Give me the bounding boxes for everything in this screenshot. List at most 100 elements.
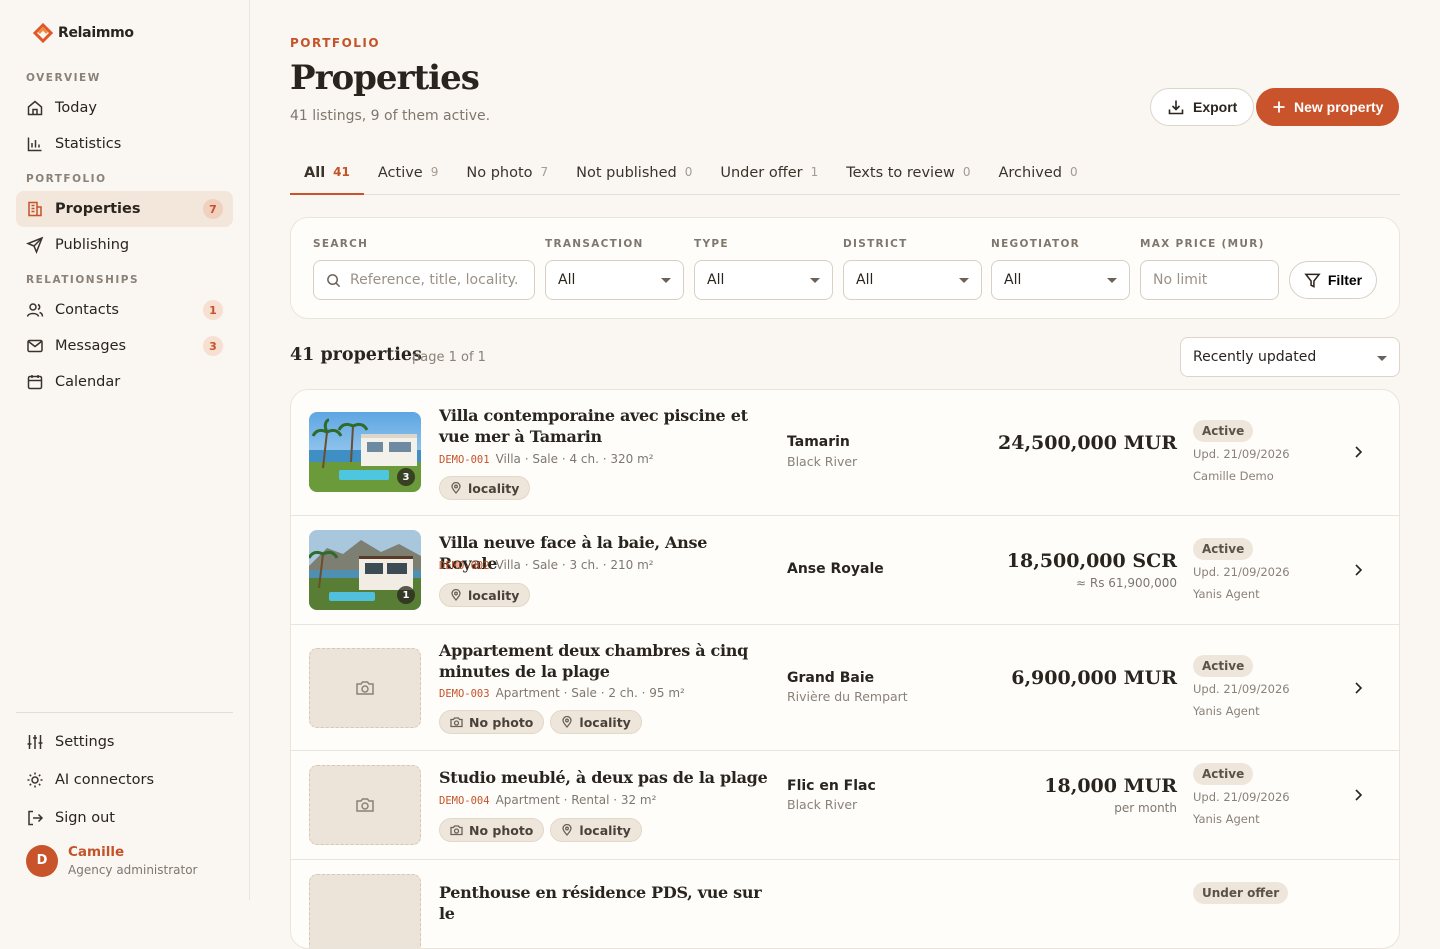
sidebar-item-label: Calendar (55, 374, 121, 390)
tab-archived[interactable]: Archived 0 (985, 155, 1092, 195)
count-badge: 1 (203, 300, 223, 320)
export-label: Export (1193, 99, 1238, 115)
property-chips: locality (439, 583, 531, 607)
new-property-button[interactable]: New property (1256, 88, 1400, 126)
chevron-down-icon (661, 278, 671, 283)
filter-button[interactable]: Filter (1289, 261, 1377, 299)
locality-chip: locality (439, 476, 531, 500)
property-row[interactable]: 1 Villa neuve face à la baie, Anse Royal… (291, 516, 1399, 625)
tab-label: Under offer (720, 165, 803, 181)
chip-label: locality (468, 480, 520, 496)
results-count: 41 properties (290, 345, 422, 365)
property-district: Black River (787, 454, 858, 469)
filter-label: Filter (1327, 272, 1363, 288)
chevron-right-icon[interactable] (1353, 681, 1363, 695)
pin-icon (451, 482, 461, 494)
tab-under-offer[interactable]: Under offer 1 (706, 155, 832, 195)
export-button[interactable]: Export (1150, 88, 1255, 126)
transaction-value: All (558, 272, 576, 288)
sidebar-item-label: Properties (55, 201, 141, 217)
tab-all[interactable]: All 41 (290, 155, 364, 195)
user-name: Camille (68, 844, 125, 860)
property-row[interactable]: Studio meublé, à deux pas de la plage DE… (291, 751, 1399, 860)
sidebar-item-label: Statistics (55, 136, 122, 152)
sidebar-item-properties[interactable]: Properties 7 (16, 191, 233, 227)
property-row[interactable]: 3 Villa contemporaine avec piscine et vu… (291, 390, 1399, 516)
photo-count-badge: 1 (397, 586, 415, 604)
sort-select[interactable]: Recently updated (1180, 337, 1400, 377)
negotiator-select[interactable]: All (991, 260, 1130, 300)
brand-logo[interactable]: Relaimmo (32, 22, 134, 44)
sidebar-item-sign-out[interactable]: Sign out (16, 800, 233, 836)
property-row[interactable]: Penthouse en résidence PDS, vue sur le U… (291, 860, 1399, 948)
chip-label: locality (579, 714, 631, 730)
sort-value: Recently updated (1193, 349, 1317, 365)
district-select[interactable]: All (843, 260, 982, 300)
sidebar-item-settings[interactable]: Settings (16, 724, 233, 760)
property-title[interactable]: Villa contemporaine avec piscine et vue … (439, 405, 769, 447)
count-badge: 3 (203, 336, 223, 356)
chip-label: No photo (469, 714, 534, 730)
property-photo: 1 (309, 530, 421, 610)
sidebar-divider (16, 712, 233, 713)
locality-chip: locality (439, 583, 531, 607)
property-title[interactable]: Penthouse en résidence PDS, vue sur le (439, 882, 779, 924)
property-title[interactable]: Appartement deux chambres à cinq minutes… (439, 640, 769, 682)
sidebar-item-label: Contacts (55, 302, 119, 318)
tab-count: 0 (1069, 165, 1078, 179)
tab-label: Active (377, 165, 423, 181)
user-profile[interactable]: D Camille Agency administrator (26, 844, 198, 877)
users-icon (26, 301, 44, 319)
sidebar-item-publishing[interactable]: Publishing (16, 227, 233, 263)
chevron-right-icon[interactable] (1353, 445, 1363, 459)
tab-no-photo[interactable]: No photo 7 (452, 155, 562, 195)
sidebar-item-label: Sign out (55, 810, 115, 826)
brand-name: Relaimmo (58, 25, 134, 41)
tab-texts-to-review[interactable]: Texts to review 0 (832, 155, 984, 195)
property-price: 18,500,000 SCR (1006, 550, 1177, 572)
status-badge: Under offer (1193, 882, 1289, 904)
section-overview: OVERVIEW (26, 72, 101, 84)
send-icon (26, 236, 44, 254)
download-icon (1168, 100, 1184, 115)
tab-count: 7 (540, 165, 549, 179)
status-badge: Active (1193, 655, 1254, 677)
status-badge: Active (1193, 538, 1254, 560)
property-row[interactable]: Appartement deux chambres à cinq minutes… (291, 625, 1399, 751)
updated-date: Upd. 21/09/2026 (1193, 565, 1290, 579)
tab-count: 0 (962, 165, 971, 179)
search-label: SEARCH (313, 238, 369, 250)
property-meta: DEMO-001 Villa · Sale · 4 ch. · 320 m² (439, 452, 654, 466)
search-icon (327, 274, 341, 288)
tab-active[interactable]: Active 9 (364, 155, 453, 195)
district-label: DISTRICT (843, 238, 908, 250)
property-ref: DEMO-001 (439, 454, 490, 466)
agent-name: Camille Demo (1193, 469, 1274, 483)
chevron-right-icon[interactable] (1353, 788, 1363, 802)
property-chips: No photo locality (439, 710, 642, 734)
sidebar-item-contacts[interactable]: Contacts 1 (16, 292, 233, 328)
sidebar-item-today[interactable]: Today (16, 90, 233, 126)
section-portfolio: PORTFOLIO (26, 173, 107, 185)
sidebar-item-ai-connectors[interactable]: AI connectors (16, 762, 233, 798)
max-price-input[interactable]: No limit (1140, 260, 1279, 300)
property-specs: Villa · Sale · 3 ch. · 210 m² (495, 558, 654, 572)
property-town: Grand Baie (787, 670, 875, 686)
chevron-down-icon (959, 278, 969, 283)
transaction-select[interactable]: All (545, 260, 684, 300)
type-select[interactable]: All (694, 260, 833, 300)
chevron-right-icon[interactable] (1353, 563, 1363, 577)
sidebar-item-statistics[interactable]: Statistics (16, 126, 233, 162)
sidebar-item-calendar[interactable]: Calendar (16, 364, 233, 400)
property-photo-placeholder (309, 874, 421, 948)
property-price: 24,500,000 MUR (998, 432, 1177, 454)
search-input[interactable]: Reference, title, locality. (313, 260, 535, 300)
no-photo-chip: No photo (439, 818, 545, 842)
sidebar-item-messages[interactable]: Messages 3 (16, 328, 233, 364)
property-ref: DEMO-003 (439, 688, 490, 700)
updated-date: Upd. 21/09/2026 (1193, 790, 1290, 804)
tab-not-published[interactable]: Not published 0 (562, 155, 706, 195)
plus-icon (1273, 101, 1285, 113)
bar-chart-icon (26, 135, 44, 153)
property-title[interactable]: Studio meublé, à deux pas de la plage (439, 767, 769, 788)
